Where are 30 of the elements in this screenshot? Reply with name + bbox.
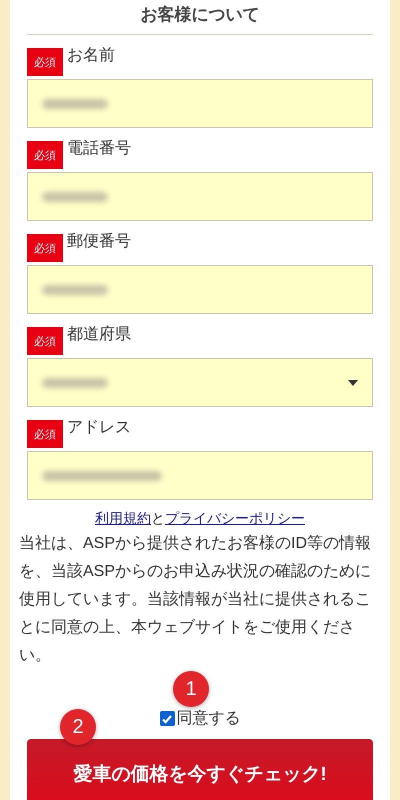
caret-icon [348, 380, 358, 386]
input-field[interactable] [27, 172, 373, 221]
required-badge: 必須 [27, 141, 63, 169]
step-marker: 2 [60, 709, 96, 745]
blurred-value [42, 98, 108, 108]
prefecture-select[interactable] [27, 358, 373, 407]
privacy-policy-link[interactable]: プライバシーポリシー [165, 510, 305, 526]
blurred-value [42, 378, 108, 388]
agree-label: 同意する [176, 708, 240, 729]
field-label: お名前 [67, 46, 115, 66]
submit-button[interactable]: 愛車の価格を今すぐチェック! [27, 739, 373, 800]
required-badge: 必須 [27, 420, 63, 448]
field-label: アドレス [67, 418, 131, 438]
field-label: 電話番号 [67, 139, 131, 159]
blurred-value [42, 192, 108, 202]
terms-link[interactable]: 利用規約 [95, 510, 151, 526]
input-field[interactable] [27, 79, 373, 128]
input-field[interactable] [27, 265, 373, 314]
consent-notice: 当社は、ASPから提供されたお客様のID等の情報を、当該ASPからのお申込み状況の確認のために使用しています。当該情報が当社に提供されることに同意の上、本ウェブサイトをご使用ください。 [19, 534, 372, 666]
step-marker: 1 [173, 671, 209, 707]
field-label: 郵便番号 [67, 232, 131, 252]
section-title: お客様について [27, 0, 373, 35]
input-field[interactable] [27, 451, 373, 500]
blurred-value [42, 284, 108, 294]
required-badge: 必須 [27, 48, 63, 76]
conjunction-text: と [151, 510, 165, 526]
agree-checkbox[interactable] [160, 711, 174, 726]
required-badge: 必須 [27, 327, 63, 355]
required-badge: 必須 [27, 234, 63, 262]
field-label: 都道府県 [67, 325, 131, 345]
